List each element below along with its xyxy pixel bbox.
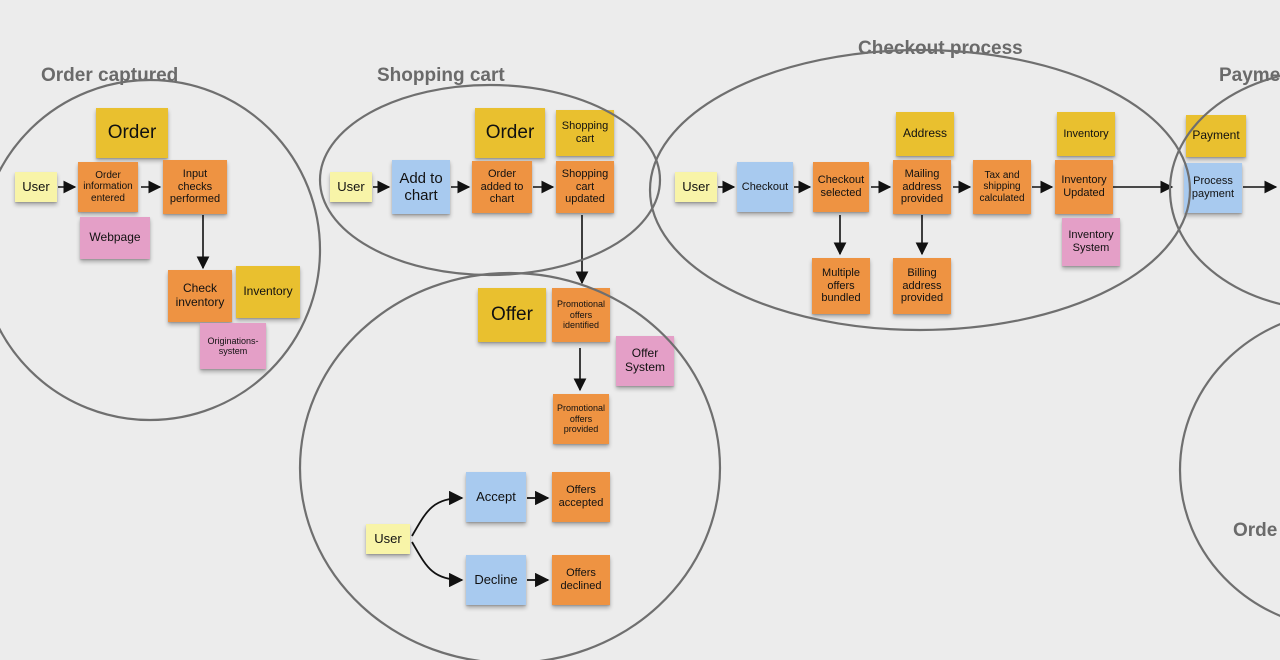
note-ck-multiple-offers[interactable]: Multiple offers bundled [812, 258, 870, 314]
note-ck-address[interactable]: Address [896, 112, 954, 156]
note-sc-add-to-cart[interactable]: Add to chart [392, 160, 450, 214]
section-title-order-right: Orde [1233, 520, 1277, 542]
note-oc-order-info[interactable]: Order information entered [78, 162, 138, 212]
note-oc-webpage[interactable]: Webpage [80, 217, 150, 259]
note-oc-originations[interactable]: Originations-system [200, 323, 266, 369]
note-of-offer-system[interactable]: Offer System [616, 336, 674, 386]
note-sc-order-added[interactable]: Order added to chart [472, 161, 532, 213]
section-title-order-captured: Order captured [41, 65, 178, 87]
note-ck-checkout-selected[interactable]: Checkout selected [813, 162, 869, 212]
note-sc-order[interactable]: Order [475, 108, 545, 158]
note-oc-input-checks[interactable]: Input checks performed [163, 160, 227, 214]
arrows-layer [0, 0, 1280, 660]
note-ck-checkout[interactable]: Checkout [737, 162, 793, 212]
note-of-offer[interactable]: Offer [478, 288, 546, 342]
note-oc-order[interactable]: Order [96, 108, 168, 158]
section-title-payment: Payme [1219, 65, 1280, 87]
note-of-offers-declined[interactable]: Offers declined [552, 555, 610, 605]
note-of-promo-provided[interactable]: Promotional offers provided [553, 394, 609, 444]
note-pm-payment[interactable]: Payment [1186, 115, 1246, 157]
note-of-decline[interactable]: Decline [466, 555, 526, 605]
note-sc-shopping-cart[interactable]: Shopping cart [556, 110, 614, 156]
note-of-user[interactable]: User [366, 524, 410, 554]
note-pm-process-payment[interactable]: Process payment [1184, 163, 1242, 213]
note-sc-user[interactable]: User [330, 172, 372, 202]
note-ck-tax[interactable]: Tax and shipping calculated [973, 160, 1031, 214]
section-title-checkout: Checkout process [858, 38, 1023, 60]
note-of-offers-accepted[interactable]: Offers accepted [552, 472, 610, 522]
note-sc-cart-updated[interactable]: Shopping cart updated [556, 161, 614, 213]
note-ck-inv-system[interactable]: Inventory System [1062, 218, 1120, 266]
section-title-shopping-cart: Shopping cart [377, 65, 505, 87]
ellipses-layer [0, 0, 1280, 660]
note-ck-inventory[interactable]: Inventory [1057, 112, 1115, 156]
note-oc-check-inventory[interactable]: Check inventory [168, 270, 232, 322]
note-oc-inventory[interactable]: Inventory [236, 266, 300, 318]
note-ck-inv-updated[interactable]: Inventory Updated [1055, 160, 1113, 214]
note-oc-user[interactable]: User [15, 172, 57, 202]
note-ck-user[interactable]: User [675, 172, 717, 202]
note-of-promo-identified[interactable]: Promotional offers identified [552, 288, 610, 342]
note-ck-billing[interactable]: Billing address provided [893, 258, 951, 314]
note-ck-mailing[interactable]: Mailing address provided [893, 160, 951, 214]
note-of-accept[interactable]: Accept [466, 472, 526, 522]
